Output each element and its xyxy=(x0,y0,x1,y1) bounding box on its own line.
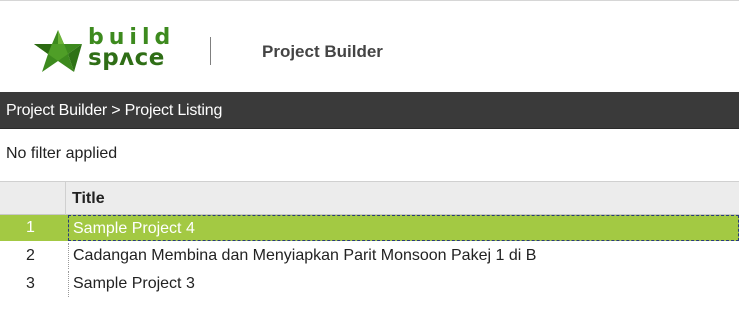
title-cell[interactable]: Sample Project 4 xyxy=(68,215,739,241)
grid-header: Title xyxy=(0,181,739,215)
row-number: 3 xyxy=(26,275,35,292)
buildspace-logo[interactable]: build spʌce xyxy=(30,25,212,73)
filter-bar: No filter applied xyxy=(0,129,739,181)
table-row[interactable]: 3 Sample Project 3 xyxy=(0,271,739,297)
title-cell[interactable]: Sample Project 3 xyxy=(68,271,739,297)
app-title: Project Builder xyxy=(262,42,383,61)
column-header-title[interactable]: Title xyxy=(72,190,105,208)
title-cell[interactable]: Cadangan Membina dan Menyiapkan Parit Mo… xyxy=(68,243,739,269)
logo-word-space: spʌce xyxy=(88,45,165,71)
breadcrumb-text: Project Builder > Project Listing xyxy=(6,102,223,119)
app-window: build spʌce Project Builder Project Buil… xyxy=(0,0,739,314)
header: build spʌce Project Builder xyxy=(0,0,739,92)
filter-status: No filter applied xyxy=(6,145,118,162)
project-grid: Title 1 Sample Project 4 2 Cadangan Memb… xyxy=(0,181,739,314)
table-row[interactable]: 2 Cadangan Membina dan Menyiapkan Parit … xyxy=(0,243,739,269)
row-number-header xyxy=(0,182,66,215)
breadcrumb: Project Builder > Project Listing xyxy=(0,92,739,129)
row-number: 2 xyxy=(26,247,35,264)
row-number: 1 xyxy=(26,219,35,236)
table-row[interactable]: 1 Sample Project 4 xyxy=(0,215,739,241)
star-logo-icon xyxy=(34,30,82,72)
header-divider xyxy=(210,37,211,65)
